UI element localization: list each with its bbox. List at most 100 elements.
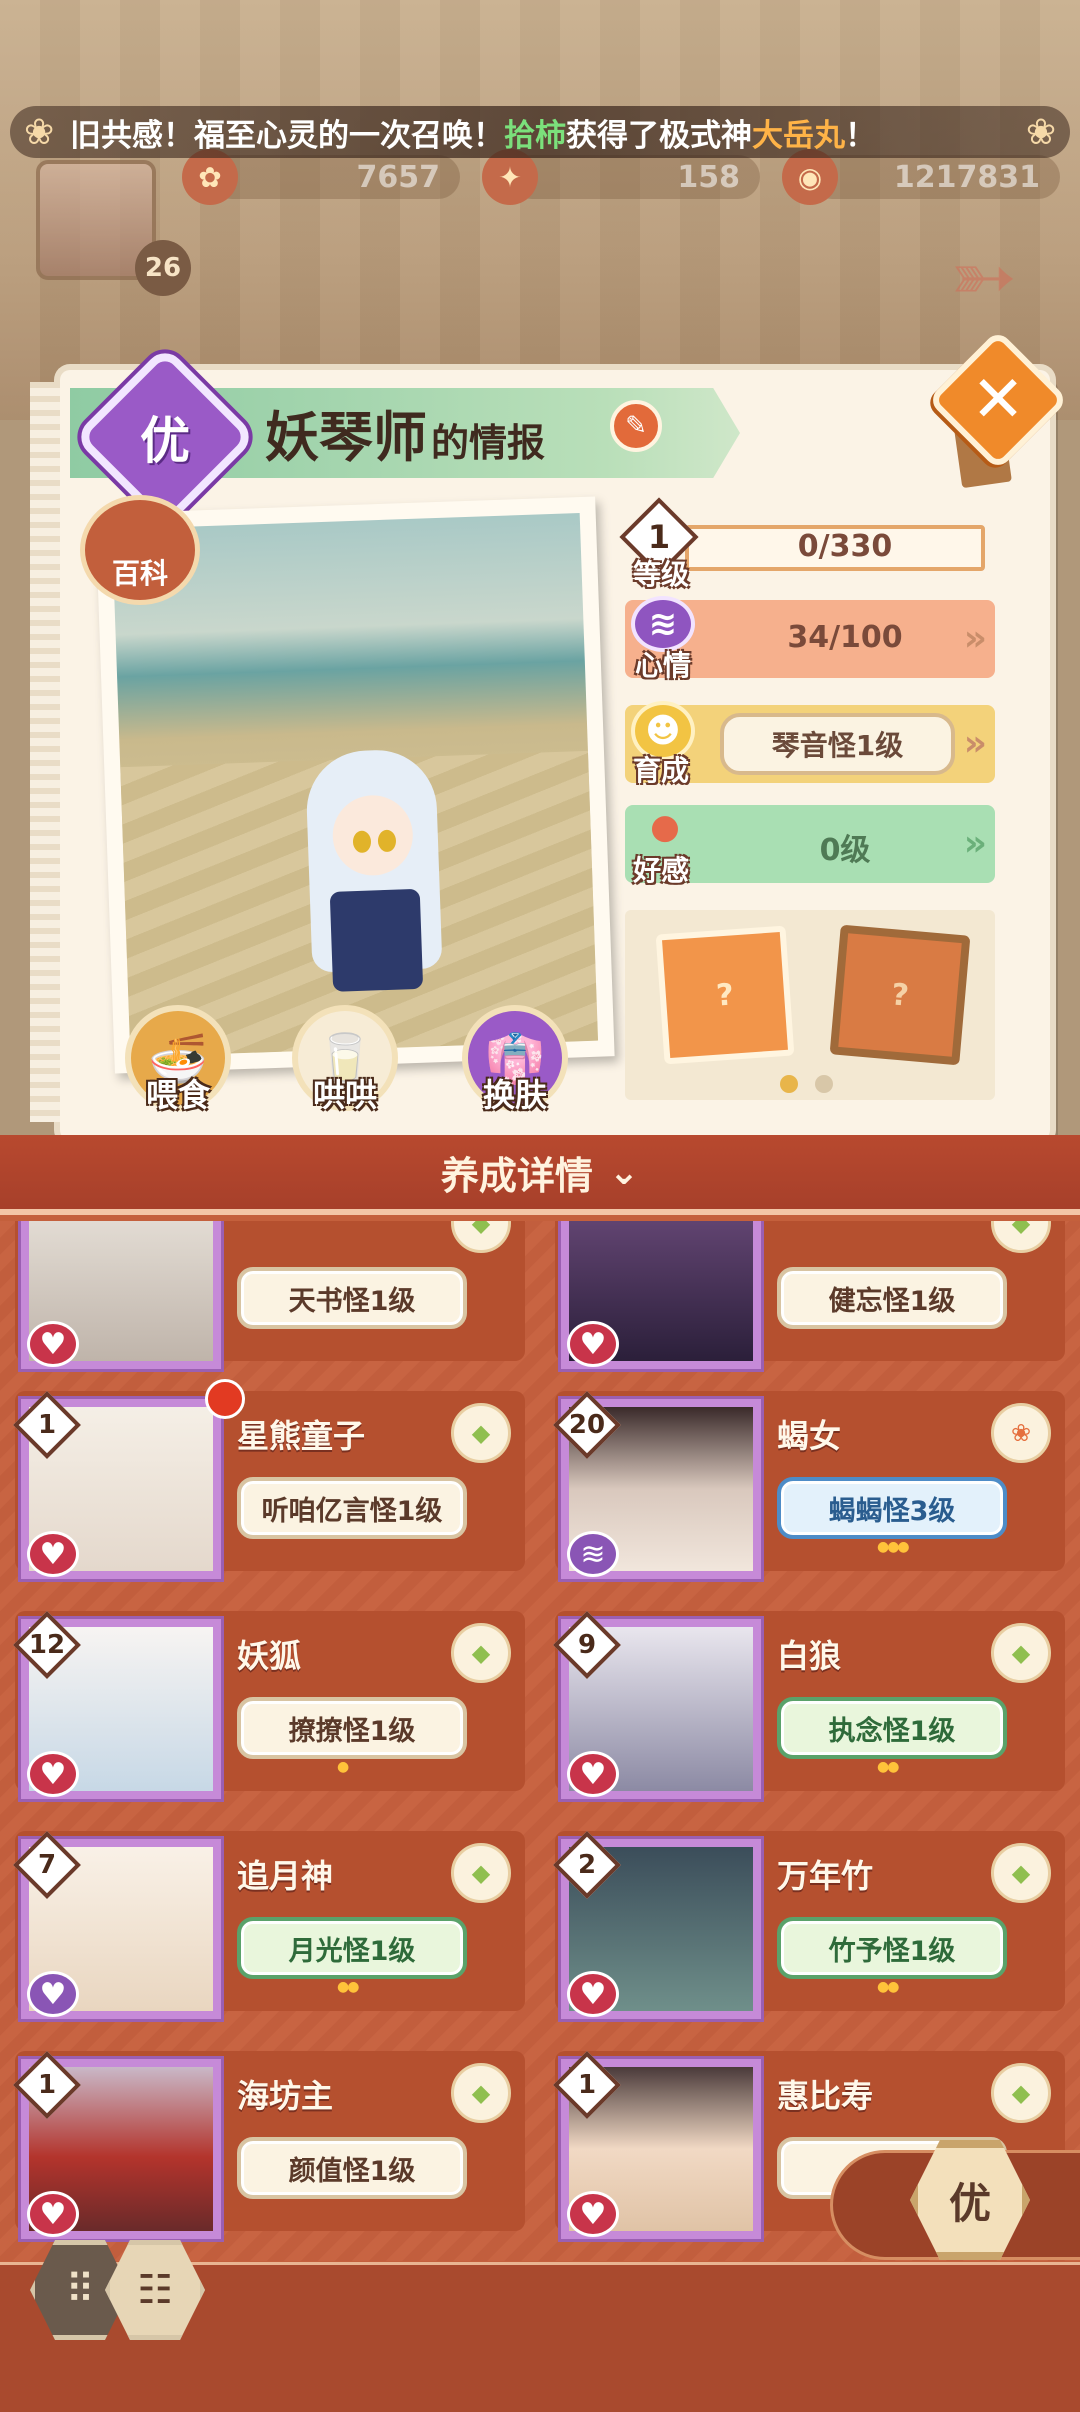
growth-monster-pill: 琴音怪1级 — [720, 713, 955, 775]
mood-face-icon: ≋ — [567, 1531, 619, 1577]
photo-scene — [111, 512, 599, 1058]
edit-name-button[interactable]: ✎ — [610, 400, 662, 452]
shikigami-list[interactable]: ♥ ◆ 天书怪1级 ♥ ◆ 健忘怪1级 1 ♥ 星熊童子 ◆ 听咱亿言怪1级 2… — [0, 1221, 1080, 2261]
encyclopedia-button[interactable]: 百科 — [80, 495, 200, 605]
list-item[interactable]: 20 ≋ 蝎女 ❀ 蝎蝎怪3级 ●●● — [553, 1391, 1065, 1579]
detail-header[interactable]: 养成详情 ⌄ — [0, 1135, 1080, 1215]
list-item[interactable]: 7 ♥ 追月神 ◆ 月光怪1级 ●● — [13, 1831, 525, 2019]
seed-icon[interactable]: ◆ — [451, 1221, 511, 1253]
heart-icon: ♥ — [567, 1751, 619, 1797]
chevron-right-icon: » — [963, 723, 987, 764]
shikigami-name: 白狼 — [777, 1637, 842, 1675]
monster-pill: 听咱亿言怪1级 — [237, 1477, 467, 1539]
heart-icon: ♥ — [27, 1971, 79, 2017]
shikigami-name: 惠比寿 — [777, 2077, 874, 2115]
heart-icon: ♥ — [27, 2191, 79, 2237]
list-item[interactable]: 9 ♥ 白狼 ◆ 执念怪1级 ●● — [553, 1611, 1065, 1799]
shikigami-name: 万年竹 — [777, 1857, 874, 1895]
shikigami-name: 海坊主 — [237, 2077, 334, 2115]
heart-icon: ♥ — [27, 1321, 79, 1367]
level-badge: 12 — [28, 1630, 66, 1660]
close-icon[interactable]: ✕ — [948, 350, 1048, 450]
grid-icon: ⠿ — [65, 2267, 95, 2313]
announcement-marquee: ❀ 旧共感！福至心灵的一次召唤！ 拾柿 获得了极式神 大岳丸！ ❀ — [10, 106, 1070, 158]
list-item[interactable]: ♥ ◆ 健忘怪1级 — [555, 1221, 1065, 1369]
pet-label: 哄哄 — [312, 1076, 377, 1114]
seed-icon[interactable]: ◆ — [991, 1843, 1051, 1903]
mystery-card[interactable]: ? — [655, 925, 795, 1065]
monster-pill: 天书怪1级 — [237, 1267, 467, 1329]
level-badge: 2 — [577, 1850, 597, 1880]
list-item[interactable]: ♥ ◆ 天书怪1级 — [15, 1221, 525, 1369]
seed-icon[interactable]: ◆ — [451, 1623, 511, 1683]
growth-label: 育成 — [633, 754, 690, 787]
portrait: 1 ♥ — [13, 2051, 221, 2239]
page-dot-active — [780, 1075, 798, 1093]
affinity-label: 好感 — [633, 854, 690, 887]
portrait: 20 ≋ — [553, 1391, 761, 1579]
portrait: ♥ — [21, 1221, 221, 1369]
mystery-card[interactable]: ? — [829, 924, 971, 1066]
page-title: 妖琴师 的情报 — [265, 393, 545, 473]
list-item[interactable]: 2 ♥ 万年竹 ◆ 竹予怪1级 ●● — [553, 1831, 1065, 2019]
monster-pill: 蝎蝎怪3级 — [777, 1477, 1007, 1539]
tulip-icon[interactable]: ❀ — [991, 1403, 1051, 1463]
affinity-row[interactable]: ● 好感 0级 » — [625, 805, 995, 887]
player-level-badge: 26 — [135, 240, 191, 296]
flower-icon: ❀ — [1025, 112, 1056, 153]
heart-icon: ♥ — [567, 1971, 619, 2017]
seed-icon[interactable]: ◆ — [451, 1403, 511, 1463]
jade-resource[interactable]: ✿ 7657 — [182, 149, 460, 205]
shikigami-name: 蝎女 — [777, 1417, 842, 1455]
level-badge: 7 — [37, 1850, 57, 1880]
level-badge: 20 — [568, 1410, 606, 1440]
level-badge: 1 — [577, 2070, 597, 2100]
seed-icon[interactable]: ◆ — [991, 2063, 1051, 2123]
pencil-icon: ✎ — [625, 411, 647, 441]
chevron-down-icon: ⌄ — [608, 1151, 640, 1193]
level-badge: 1 — [37, 2070, 57, 2100]
page-dot — [815, 1075, 833, 1093]
seed-icon[interactable]: ◆ — [451, 1843, 511, 1903]
level-badge: 1 — [37, 1410, 57, 1440]
monster-pill: 颜值怪1级 — [237, 2137, 467, 2199]
list-item[interactable]: 1 ♥ 海坊主 ◆ 颜值怪1级 — [13, 2051, 525, 2239]
mood-label: 心情 — [635, 649, 692, 682]
portrait: 1 ♥ — [13, 1391, 221, 1579]
portrait: 1 ♥ — [553, 2051, 761, 2239]
monster-pill: 撩撩怪1级 — [237, 1697, 467, 1759]
flower-icon: ❀ — [24, 112, 55, 153]
seed-icon[interactable]: ◆ — [991, 1221, 1051, 1253]
gold-resource[interactable]: ◉ 1217831 — [782, 149, 1060, 205]
list-item[interactable]: 1 ♥ 星熊童子 ◆ 听咱亿言怪1级 — [13, 1379, 525, 1579]
monster-stars: ●● — [877, 1979, 899, 1995]
mood-row[interactable]: ≋ 心情 34/100 » — [625, 596, 995, 682]
monster-stars: ●● — [337, 1979, 359, 1995]
stamina-resource[interactable]: ✦ 158 — [482, 149, 760, 205]
portrait: 7 ♥ — [13, 1831, 221, 2019]
rarity-label: 优 — [140, 412, 190, 470]
seed-icon[interactable]: ◆ — [991, 1623, 1051, 1683]
heart-icon: ♥ — [567, 1321, 619, 1367]
level-badge: 9 — [577, 1630, 597, 1660]
feed-label: 喂食 — [145, 1076, 210, 1114]
seed-icon[interactable]: ◆ — [451, 2063, 511, 2123]
affinity-value: 0级 — [819, 833, 871, 868]
monster-pill: 竹予怪1级 — [777, 1917, 1007, 1979]
koinobori-icon[interactable]: ➳ — [950, 230, 1040, 350]
heart-icon: ♥ — [567, 2191, 619, 2237]
growth-row[interactable]: ☻ 育成 琴音怪1级 » — [625, 701, 995, 787]
resource-bar: ✿ 7657 ✦ 158 ◉ 1217831 — [182, 149, 1060, 205]
monster-pill: 执念怪1级 — [777, 1697, 1007, 1759]
shikigami-name: 妖狐 — [237, 1637, 302, 1675]
list-item[interactable]: 12 ♥ 妖狐 ◆ 撩撩怪1级 ● — [13, 1611, 525, 1799]
portrait: ♥ — [561, 1221, 761, 1369]
shikigami-name: 星熊童子 — [237, 1417, 366, 1455]
title-suffix: 的情报 — [431, 421, 546, 465]
monster-stars: ● — [337, 1759, 349, 1775]
portrait: 9 ♥ — [553, 1611, 761, 1799]
exp-value: 0/330 — [797, 529, 893, 564]
character-sprite[interactable] — [295, 748, 453, 993]
heart-icon: ♥ — [27, 1751, 79, 1797]
list-icon: ☷ — [137, 2267, 173, 2313]
